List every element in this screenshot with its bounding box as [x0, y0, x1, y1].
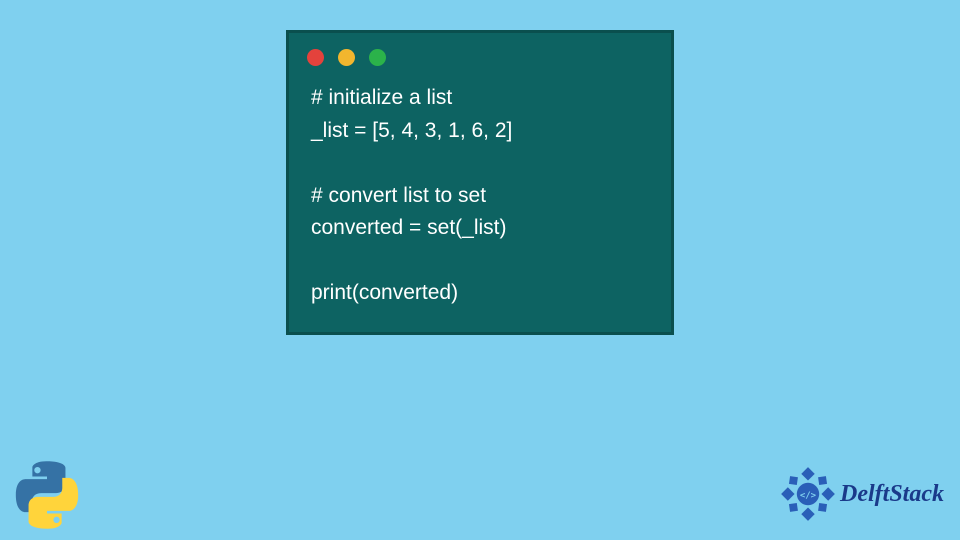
delftstack-name: DelftStack	[840, 481, 944, 508]
code-window: # initialize a list _list = [5, 4, 3, 1,…	[286, 30, 674, 335]
window-titlebar	[289, 33, 671, 74]
code-line: _list = [5, 4, 3, 1, 6, 2]	[311, 119, 512, 142]
delftstack-logo: </> DelftStack	[780, 466, 944, 522]
delftstack-mark-icon: </>	[780, 466, 836, 522]
close-icon	[307, 49, 324, 66]
code-line: converted = set(_list)	[311, 216, 507, 239]
svg-text:</>: </>	[800, 491, 816, 501]
code-line: print(converted)	[311, 281, 458, 304]
minimize-icon	[338, 49, 355, 66]
code-block: # initialize a list _list = [5, 4, 3, 1,…	[289, 74, 671, 310]
python-logo-icon	[12, 460, 82, 530]
code-line: # initialize a list	[311, 86, 452, 109]
code-line: # convert list to set	[311, 184, 486, 207]
zoom-icon	[369, 49, 386, 66]
